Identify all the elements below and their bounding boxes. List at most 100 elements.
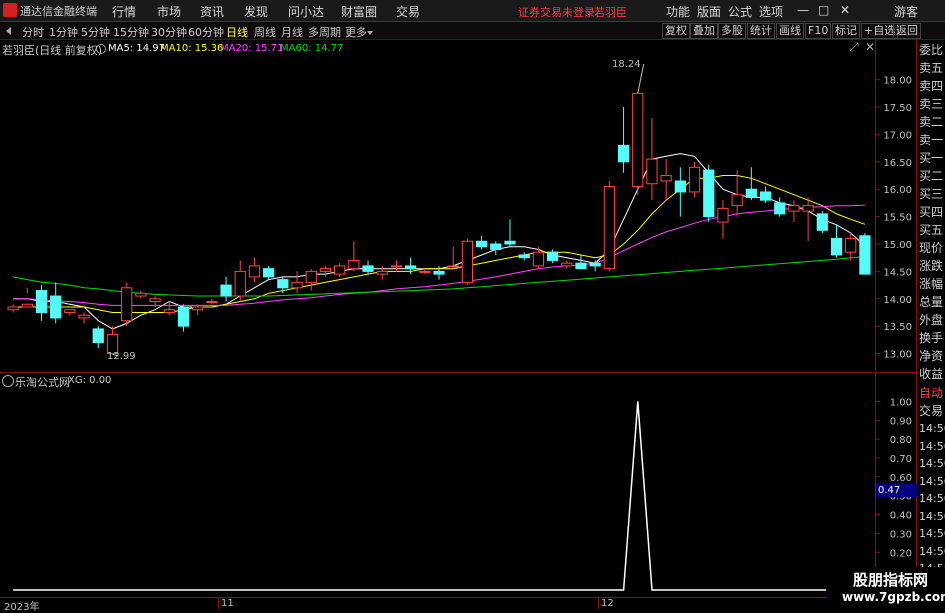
candle-body-up — [419, 270, 431, 273]
x-label-12: 12 — [601, 598, 614, 609]
candle-body-up — [561, 262, 573, 267]
y-tick-label: 14.00 — [883, 295, 912, 306]
y-tick-label: 16.50 — [883, 158, 912, 169]
candle-body-up — [461, 240, 474, 283]
candle-body-up — [121, 287, 133, 322]
ind-y-tick-label: 0.60 — [890, 473, 912, 484]
candle-body-up — [376, 270, 388, 275]
ind-y-tick-label: 0.70 — [890, 454, 912, 465]
candle-body-up — [802, 205, 814, 212]
ma-line-ma20 — [13, 204, 865, 306]
candle-body-up — [447, 265, 459, 268]
side-item: 买四 — [919, 205, 944, 219]
candle-body-up — [192, 306, 204, 311]
tick-time: 14:56 — [919, 474, 945, 488]
candle-body-up — [845, 238, 857, 253]
y-tick-label: 13.50 — [883, 322, 912, 333]
candle-body-up — [291, 281, 303, 289]
side-item: 卖五 — [919, 61, 944, 75]
candle-body-up — [688, 166, 701, 193]
y-tick-label: 17.00 — [883, 130, 912, 141]
candle-body-down — [575, 262, 587, 270]
side-item: 净资 — [919, 349, 944, 363]
side-item: 卖一 — [919, 133, 944, 147]
candle-body-down — [830, 238, 843, 256]
candle-body-down — [589, 262, 601, 267]
y-tick-label: 13.00 — [883, 350, 912, 361]
candle-body-down — [92, 328, 104, 344]
side-item: 委比 — [919, 43, 944, 57]
ind-y-tick-label: 0.30 — [890, 529, 912, 540]
side-item: 卖二 — [919, 115, 944, 129]
candle-body-up — [21, 303, 33, 308]
candle-body-up — [135, 292, 147, 297]
x-tick-11 — [218, 598, 219, 609]
candle-body-up — [234, 270, 246, 297]
candle-body-up — [319, 268, 332, 272]
side-item: 涨幅 — [919, 277, 944, 291]
candle-body-down — [177, 306, 190, 327]
side-item: 买一 — [919, 151, 944, 165]
side-item: 外盘 — [919, 313, 944, 327]
tick-time: 14:56 — [919, 457, 945, 470]
side-trade[interactable]: 交易 — [919, 402, 943, 420]
y-axis-border — [875, 40, 876, 597]
candle-body-up — [163, 309, 175, 313]
tick-time: 14:56 — [919, 509, 945, 523]
candle-body-up — [64, 309, 76, 313]
candle-body-up — [660, 175, 672, 182]
candle-body-up — [334, 265, 346, 275]
x-label-2023: 2023年 — [4, 602, 40, 613]
candle-body-down — [703, 169, 715, 218]
side-item: 总量 — [919, 295, 944, 309]
pane-divider — [0, 372, 917, 373]
right-panel-border — [916, 40, 917, 609]
candle-body-down — [220, 284, 232, 297]
tick-time: 14:56 — [919, 544, 945, 558]
annotation-low: 12.99 — [107, 351, 136, 362]
candle-body-down — [263, 268, 275, 278]
candle-body-down — [617, 144, 630, 163]
side-item: 买二 — [919, 169, 944, 183]
ind-y-tick-label: 0.40 — [890, 511, 912, 522]
quote-side-panel: 委比 卖五 卖四 卖三 卖二 卖一 买一 买二 买三 买四 买五 现价 涨跌 涨幅 总量 外盘 换手 净资 收益 — [919, 41, 945, 383]
candle-body-down — [674, 180, 686, 193]
candle-body-up — [646, 158, 658, 185]
candle-body-down — [546, 251, 559, 261]
tick-time: 14:56 — [919, 527, 945, 540]
x-label-11: 11 — [221, 598, 234, 609]
xg-signal-line — [13, 401, 865, 591]
tick-time: 14:56 — [919, 492, 945, 505]
candle-body-down — [475, 240, 488, 248]
ind-y-tick-label: 1.00 — [890, 397, 912, 408]
candle-body-down — [362, 265, 374, 272]
candle-body-down — [745, 188, 757, 198]
side-item: 现价 — [919, 241, 944, 255]
candle-body-up — [78, 314, 90, 319]
ind-y-tick-label: 0.90 — [890, 416, 912, 427]
candle-body-down — [490, 243, 502, 250]
kline-chart[interactable]: 13.00 13.50 14.00 14.50 15.00 15.50 16.00 16.50… — [0, 0, 945, 609]
candle-body-down — [759, 191, 772, 201]
candle-body-down — [35, 290, 48, 313]
y-tick-label: 15.00 — [883, 240, 912, 251]
candle-body-up — [7, 306, 19, 311]
side-item: 收益 — [919, 367, 944, 381]
tick-time: 14:56 — [919, 422, 945, 435]
y-tick-label: 15.50 — [883, 213, 912, 224]
side-item: 换手 — [919, 331, 944, 345]
side-item: 卖三 — [919, 97, 944, 111]
cursor-value-box: 0.47 — [876, 484, 918, 497]
candle-body-up — [731, 194, 743, 207]
candle-body-up — [390, 265, 403, 268]
candle-body-down — [277, 279, 289, 289]
x-tick-12 — [598, 598, 599, 609]
side-item: 涨跌 — [919, 259, 944, 273]
y-tick-label: 16.00 — [883, 185, 912, 196]
watermark-line2: www.7gpzb.com — [842, 590, 945, 604]
side-auto[interactable]: 自动 — [919, 384, 943, 402]
watermark-line1: 股朋指标网 — [853, 571, 929, 589]
candle-body-up — [348, 259, 360, 270]
candle-body-down — [816, 213, 828, 231]
candle-body-up — [603, 185, 615, 270]
